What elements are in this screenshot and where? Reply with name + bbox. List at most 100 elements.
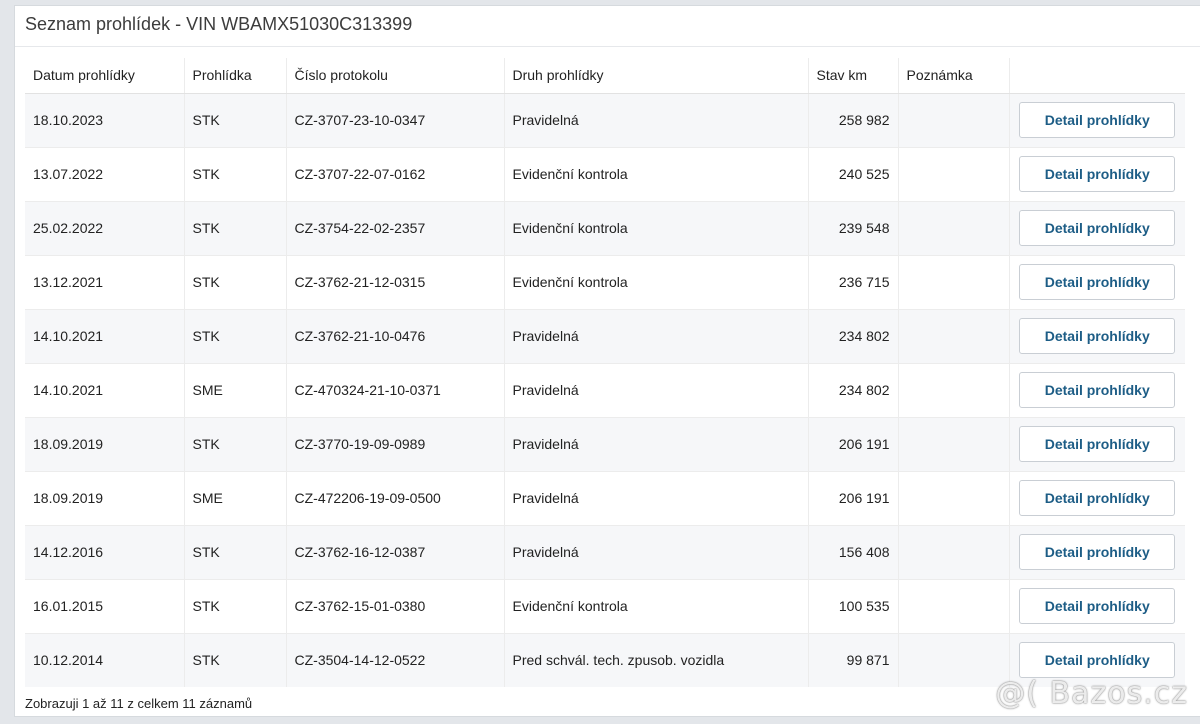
cell-date: 16.01.2015 bbox=[25, 578, 185, 633]
cell-inspection: SME bbox=[184, 470, 287, 525]
cell-inspection: STK bbox=[184, 92, 287, 147]
cell-date: 14.10.2021 bbox=[25, 308, 185, 363]
detail-button[interactable]: Detail prohlídky bbox=[1019, 372, 1176, 408]
cell-action: Detail prohlídky bbox=[1009, 470, 1185, 525]
column-header-km[interactable]: Stav km bbox=[808, 58, 899, 94]
cell-protocol: CZ-472206-19-09-0500 bbox=[286, 470, 505, 525]
cell-km: 258 982 bbox=[808, 92, 899, 147]
cell-action: Detail prohlídky bbox=[1009, 254, 1185, 309]
table-row: 14.12.2016 STK CZ-3762-16-12-0387 Pravid… bbox=[25, 524, 1185, 579]
table-row: 18.09.2019 SME CZ-472206-19-09-0500 Prav… bbox=[25, 470, 1185, 525]
cell-inspection: STK bbox=[184, 200, 287, 255]
inspection-table: Datum prohlídky Prohlídka Číslo protokol… bbox=[25, 58, 1185, 687]
cell-note bbox=[898, 92, 1010, 147]
column-header-actions bbox=[1009, 58, 1185, 94]
cell-kind: Pred schvál. tech. zpusob. vozidla bbox=[504, 632, 809, 687]
cell-date: 13.12.2021 bbox=[25, 254, 185, 309]
table-body: 18.10.2023 STK CZ-3707-23-10-0347 Pravid… bbox=[25, 92, 1185, 687]
cell-km: 206 191 bbox=[808, 470, 899, 525]
cell-action: Detail prohlídky bbox=[1009, 92, 1185, 147]
cell-km: 234 802 bbox=[808, 308, 899, 363]
cell-date: 14.10.2021 bbox=[25, 362, 185, 417]
cell-kind: Pravidelná bbox=[504, 416, 809, 471]
detail-button[interactable]: Detail prohlídky bbox=[1019, 264, 1176, 300]
pagination-info: Zobrazuji 1 až 11 z celkem 11 záznamů bbox=[25, 696, 253, 711]
cell-inspection: STK bbox=[184, 632, 287, 687]
cell-note bbox=[898, 308, 1010, 363]
cell-note bbox=[898, 632, 1010, 687]
cell-inspection: SME bbox=[184, 362, 287, 417]
cell-protocol: CZ-3770-19-09-0989 bbox=[286, 416, 505, 471]
detail-button[interactable]: Detail prohlídky bbox=[1019, 102, 1176, 138]
column-header-kind[interactable]: Druh prohlídky bbox=[504, 58, 809, 94]
table-row: 14.10.2021 STK CZ-3762-21-10-0476 Pravid… bbox=[25, 308, 1185, 363]
detail-button[interactable]: Detail prohlídky bbox=[1019, 642, 1176, 679]
cell-date: 25.02.2022 bbox=[25, 200, 185, 255]
cell-inspection: STK bbox=[184, 146, 287, 201]
table-row: 14.10.2021 SME CZ-470324-21-10-0371 Prav… bbox=[25, 362, 1185, 417]
detail-button[interactable]: Detail prohlídky bbox=[1019, 426, 1176, 462]
cell-protocol: CZ-3762-15-01-0380 bbox=[286, 578, 505, 633]
cell-action: Detail prohlídky bbox=[1009, 308, 1185, 363]
cell-note bbox=[898, 578, 1010, 633]
detail-button[interactable]: Detail prohlídky bbox=[1019, 156, 1176, 192]
table-header-row: Datum prohlídky Prohlídka Číslo protokol… bbox=[25, 58, 1185, 94]
cell-km: 240 525 bbox=[808, 146, 899, 201]
cell-km: 236 715 bbox=[808, 254, 899, 309]
cell-action: Detail prohlídky bbox=[1009, 578, 1185, 633]
cell-note bbox=[898, 200, 1010, 255]
cell-kind: Pravidelná bbox=[504, 308, 809, 363]
cell-kind: Evidenční kontrola bbox=[504, 200, 809, 255]
table-row: 18.10.2023 STK CZ-3707-23-10-0347 Pravid… bbox=[25, 92, 1185, 147]
cell-date: 13.07.2022 bbox=[25, 146, 185, 201]
cell-note bbox=[898, 416, 1010, 471]
column-header-date[interactable]: Datum prohlídky bbox=[25, 58, 185, 94]
cell-note bbox=[898, 362, 1010, 417]
cell-kind: Evidenční kontrola bbox=[504, 146, 809, 201]
cell-note bbox=[898, 146, 1010, 201]
table-row: 13.12.2021 STK CZ-3762-21-12-0315 Eviden… bbox=[25, 254, 1185, 309]
cell-action: Detail prohlídky bbox=[1009, 200, 1185, 255]
cell-protocol: CZ-3762-21-10-0476 bbox=[286, 308, 505, 363]
cell-inspection: STK bbox=[184, 308, 287, 363]
column-header-inspection[interactable]: Prohlídka bbox=[184, 58, 287, 94]
cell-km: 234 802 bbox=[808, 362, 899, 417]
cell-date: 18.10.2023 bbox=[25, 92, 185, 147]
column-header-note[interactable]: Poznámka bbox=[898, 58, 1010, 94]
cell-protocol: CZ-470324-21-10-0371 bbox=[286, 362, 505, 417]
cell-protocol: CZ-3504-14-12-0522 bbox=[286, 632, 505, 687]
cell-kind: Evidenční kontrola bbox=[504, 578, 809, 633]
cell-action: Detail prohlídky bbox=[1009, 362, 1185, 417]
cell-protocol: CZ-3707-22-07-0162 bbox=[286, 146, 505, 201]
cell-action: Detail prohlídky bbox=[1009, 524, 1185, 579]
table-row: 25.02.2022 STK CZ-3754-22-02-2357 Eviden… bbox=[25, 200, 1185, 255]
table-row: 13.07.2022 STK CZ-3707-22-07-0162 Eviden… bbox=[25, 146, 1185, 201]
cell-note bbox=[898, 470, 1010, 525]
cell-km: 99 871 bbox=[808, 632, 899, 687]
cell-kind: Pravidelná bbox=[504, 362, 809, 417]
cell-inspection: STK bbox=[184, 578, 287, 633]
cell-kind: Evidenční kontrola bbox=[504, 254, 809, 309]
column-header-protocol[interactable]: Číslo protokolu bbox=[286, 58, 505, 94]
detail-button[interactable]: Detail prohlídky bbox=[1019, 534, 1176, 570]
detail-button[interactable]: Detail prohlídky bbox=[1019, 318, 1176, 354]
cell-km: 206 191 bbox=[808, 416, 899, 471]
cell-date: 10.12.2014 bbox=[25, 632, 185, 687]
cell-protocol: CZ-3762-16-12-0387 bbox=[286, 524, 505, 579]
cell-action: Detail prohlídky bbox=[1009, 146, 1185, 201]
cell-date: 14.12.2016 bbox=[25, 524, 185, 579]
cell-inspection: STK bbox=[184, 254, 287, 309]
cell-kind: Pravidelná bbox=[504, 470, 809, 525]
title-divider bbox=[15, 46, 1200, 47]
detail-button[interactable]: Detail prohlídky bbox=[1019, 480, 1176, 516]
cell-kind: Pravidelná bbox=[504, 524, 809, 579]
detail-button[interactable]: Detail prohlídky bbox=[1019, 588, 1176, 624]
cell-km: 156 408 bbox=[808, 524, 899, 579]
cell-date: 18.09.2019 bbox=[25, 470, 185, 525]
cell-kind: Pravidelná bbox=[504, 92, 809, 147]
detail-button[interactable]: Detail prohlídky bbox=[1019, 210, 1176, 246]
cell-protocol: CZ-3754-22-02-2357 bbox=[286, 200, 505, 255]
cell-inspection: STK bbox=[184, 524, 287, 579]
table-row: 16.01.2015 STK CZ-3762-15-01-0380 Eviden… bbox=[25, 578, 1185, 633]
cell-protocol: CZ-3707-23-10-0347 bbox=[286, 92, 505, 147]
